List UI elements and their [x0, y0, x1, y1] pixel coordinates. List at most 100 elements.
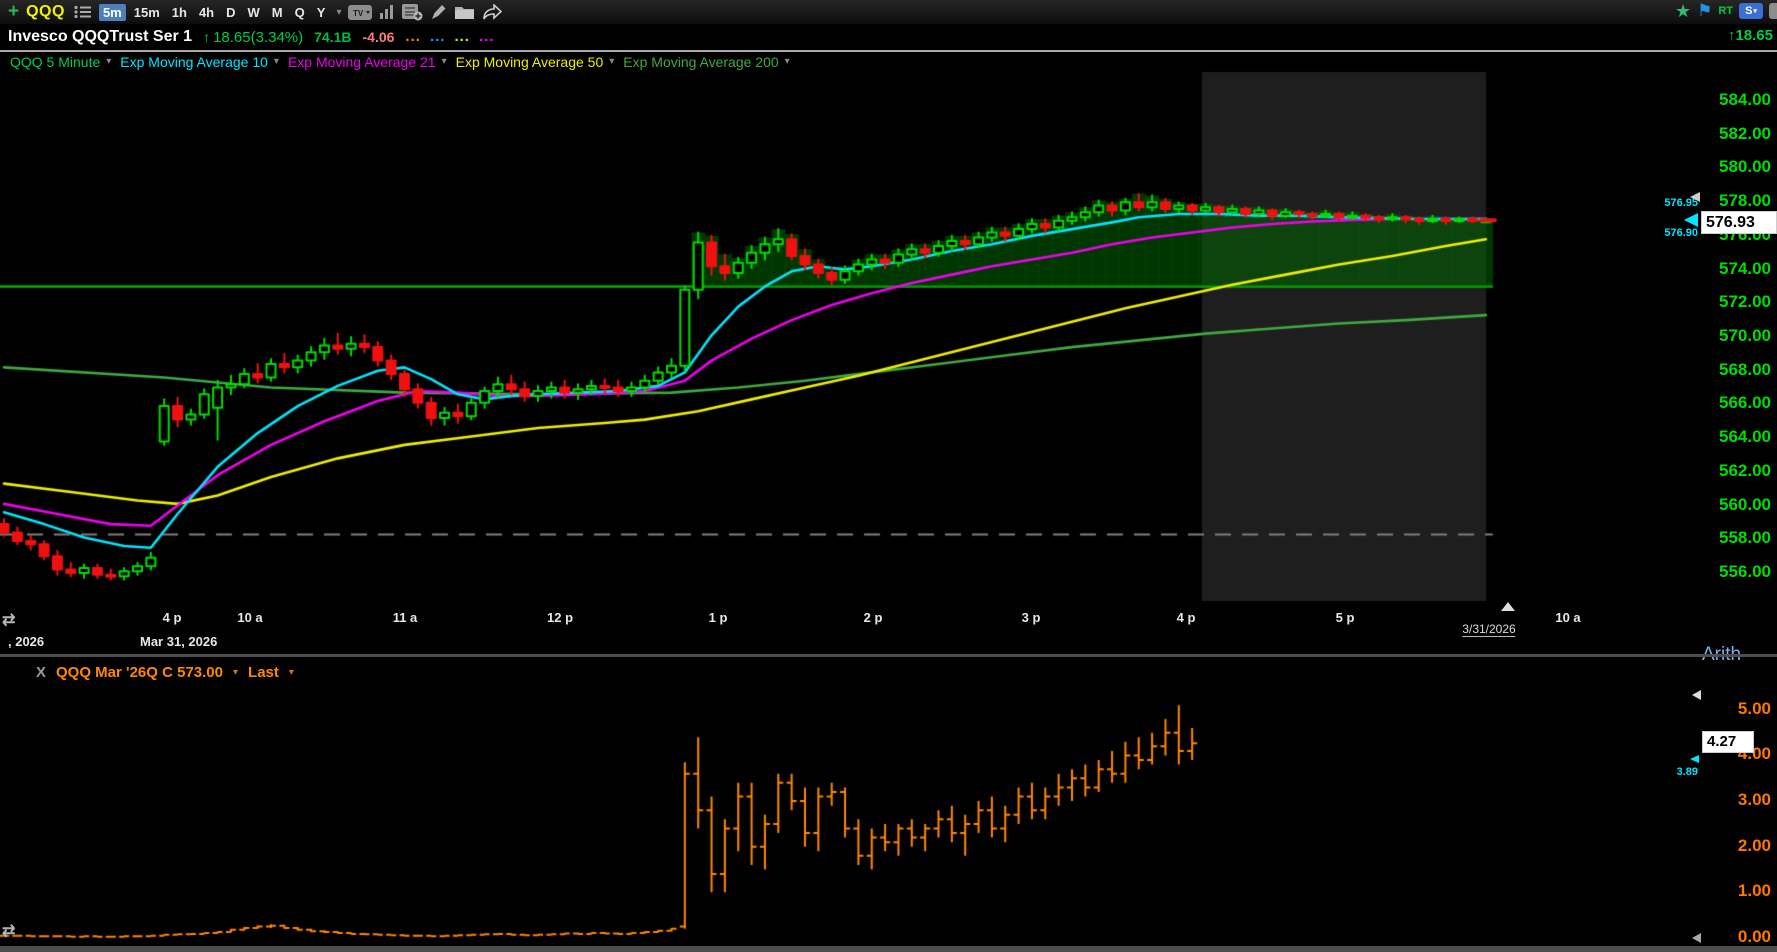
timeframe-button-1h[interactable]: 1h	[168, 4, 191, 21]
series-type-caret-icon[interactable]: ▾	[289, 667, 294, 678]
legend-item-3[interactable]: Exp Moving Average 50 ▾	[456, 54, 615, 70]
legend-item-4[interactable]: Exp Moving Average 200 ▾	[623, 54, 789, 70]
share-icon[interactable]	[482, 4, 502, 21]
price-axis-label: 566.00	[1719, 393, 1771, 413]
chart-legend: QQQ 5 Minute▾Exp Moving Average 10▾Exp M…	[0, 53, 1777, 70]
lower-panel-header: X QQQ Mar '26Q C 573.00 ▾ Last ▾	[0, 660, 1777, 684]
series-type-label[interactable]: Last	[248, 664, 279, 681]
legend-item-caret-icon[interactable]: ▾	[106, 56, 111, 67]
lower-axis-label: 0.00	[1738, 927, 1771, 947]
after-hours-change: -4.06	[363, 29, 395, 45]
change-up-arrow-icon: ↑	[203, 29, 210, 45]
timeframe-button-15m[interactable]: 15m	[130, 4, 164, 21]
flag-icon[interactable]: ⚑	[1697, 1, 1712, 21]
legend-item-0[interactable]: QQQ 5 Minute ▾	[10, 54, 111, 70]
time-axis-label: 10 a	[237, 610, 262, 625]
last-price-arrow-icon	[1684, 213, 1698, 227]
time-axis-label: 5 p	[1336, 610, 1355, 625]
change-text: 18.65(3.34%)	[213, 29, 303, 46]
legend-item-label: QQQ 5 Minute	[10, 54, 100, 70]
svg-text:TV: TV	[353, 9, 364, 18]
status-dots-2: ...	[454, 28, 470, 45]
refresh-icon-lower[interactable]: ⇄	[2, 921, 15, 941]
price-axis-label: 562.00	[1719, 461, 1771, 481]
volume-bars-icon[interactable]	[379, 4, 395, 20]
legend-item-label: Exp Moving Average 50	[456, 54, 604, 70]
folder-icon[interactable]	[454, 4, 475, 20]
panel-divider[interactable]	[0, 654, 1777, 657]
price-axis-label: 582.00	[1719, 124, 1771, 144]
price-axis-label: 574.00	[1719, 259, 1771, 279]
time-axis-label: 1 p	[709, 610, 728, 625]
s-menu-badge[interactable]: S▾	[1739, 3, 1763, 19]
instrument-title: Invesco QQQTrust Ser 1	[8, 28, 192, 46]
legend-item-caret-icon[interactable]: ▾	[785, 56, 790, 67]
time-axis-date-label-0: , 2026	[8, 634, 44, 649]
high-marker-arrow-icon	[1690, 192, 1700, 202]
timeframe-button-D[interactable]: D	[222, 4, 239, 21]
timeframe-button-M[interactable]: M	[268, 4, 287, 21]
symbol-label[interactable]: QQQ	[26, 3, 65, 21]
lower-cyan-arrow-icon	[1690, 755, 1699, 763]
legend-item-2[interactable]: Exp Moving Average 21 ▾	[288, 54, 447, 70]
legend-item-label: Exp Moving Average 10	[120, 54, 268, 70]
chart-canvas[interactable]	[0, 0, 1777, 952]
status-dots: ............	[405, 28, 503, 46]
price-axis-label: 572.00	[1719, 292, 1771, 312]
watchlist-icon[interactable]	[74, 5, 92, 19]
legend-item-label: Exp Moving Average 21	[288, 54, 436, 70]
timeframe-buttons: 5m15m1h4hDWMQY	[99, 4, 329, 21]
price-axis-label: 564.00	[1719, 427, 1771, 447]
lower-axis-label: 1.00	[1738, 881, 1771, 901]
tv-mode-icon[interactable]: TV	[348, 4, 372, 21]
trading-app-window: + QQQ 5m15m1h4hDWMQY ▾ TV ★ ⚑ RT S▾	[0, 0, 1777, 952]
lower-axis-label: 3.00	[1738, 790, 1771, 810]
lower-axis-label: 2.00	[1738, 836, 1771, 856]
legend-item-caret-icon[interactable]: ▾	[274, 56, 279, 67]
time-axis-date-label-1: Mar 31, 2026	[140, 634, 217, 649]
lower-bottom-arrow-icon	[1692, 933, 1701, 943]
calculator-add-icon[interactable]	[402, 3, 423, 21]
legend-item-1[interactable]: Exp Moving Average 10 ▾	[120, 54, 279, 70]
price-axis-label: 580.00	[1719, 157, 1771, 177]
last-price-box: 576.93	[1701, 211, 1777, 234]
bottom-divider[interactable]	[0, 946, 1777, 952]
corner-change: ↑18.65	[1728, 27, 1773, 44]
price-axis-label: 558.00	[1719, 528, 1771, 548]
price-axis-label: 568.00	[1719, 360, 1771, 380]
timeframe-button-Y[interactable]: Y	[313, 4, 330, 21]
timeframe-button-W[interactable]: W	[244, 4, 264, 21]
price-axis-label: 578.00	[1719, 191, 1771, 211]
lower-last-box: 4.27	[1702, 731, 1754, 753]
timeframe-button-Q[interactable]: Q	[291, 4, 309, 21]
bid-price-label: 576.90	[1664, 227, 1698, 239]
close-study-button[interactable]: X	[36, 664, 46, 681]
status-dots-0: ...	[405, 28, 421, 45]
legend-item-label: Exp Moving Average 200	[623, 54, 778, 70]
current-time-marker-icon	[1501, 602, 1515, 611]
price-axis-label: 560.00	[1719, 495, 1771, 515]
favorite-star-icon[interactable]: ★	[1675, 1, 1691, 21]
legend-item-caret-icon[interactable]: ▾	[442, 56, 447, 67]
clipped-toolbar-icon[interactable]	[1769, 3, 1777, 19]
legend-item-caret-icon[interactable]: ▾	[609, 56, 614, 67]
status-dots-3: ...	[479, 28, 495, 45]
timeframe-button-5m[interactable]: 5m	[99, 4, 126, 21]
drawing-pencil-icon[interactable]	[430, 4, 447, 21]
time-axis-label: 4 p	[1177, 610, 1196, 625]
option-symbol-label[interactable]: QQQ Mar '26Q C 573.00	[56, 664, 223, 681]
lower-marker-label: 3.89	[1677, 766, 1698, 778]
time-axis-label: 4 p	[163, 610, 182, 625]
toolbar-right-group: ★ ⚑ RT S▾	[1675, 1, 1775, 21]
toolbar: + QQQ 5m15m1h4hDWMQY ▾ TV	[0, 0, 1777, 24]
refresh-icon-main[interactable]: ⇄	[2, 610, 15, 630]
session-date-label: 3/31/2026	[1462, 622, 1515, 637]
price-axis-label: 584.00	[1719, 90, 1771, 110]
add-symbol-icon[interactable]: +	[8, 3, 19, 21]
timeframe-button-4h[interactable]: 4h	[195, 4, 218, 21]
option-symbol-caret-icon[interactable]: ▾	[233, 667, 238, 678]
timeframe-more-caret[interactable]: ▾	[336, 7, 341, 18]
time-axis-label: 10 a	[1555, 610, 1580, 625]
time-axis-label: 3 p	[1022, 610, 1041, 625]
realtime-badge: RT	[1718, 5, 1733, 17]
